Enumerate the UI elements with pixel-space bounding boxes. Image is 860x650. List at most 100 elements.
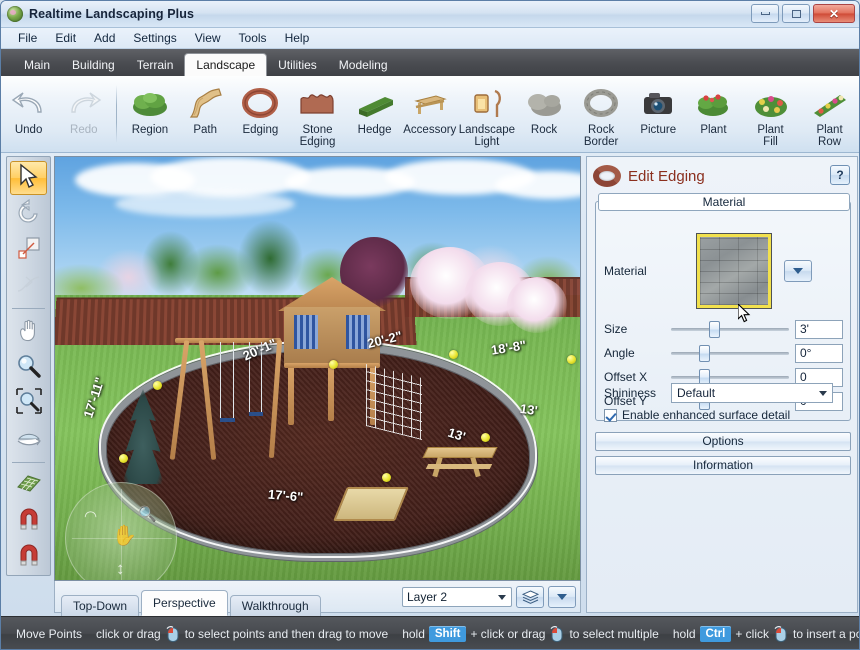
grid-tool[interactable]: [10, 467, 47, 501]
3d-viewport[interactable]: 20'-1"20'-2"18'-8"17'-11"17'-4"13'13'17'…: [54, 156, 581, 581]
edging-control-point[interactable]: [329, 360, 338, 369]
chevron-down-icon: [793, 268, 803, 274]
close-button[interactable]: ✕: [813, 4, 855, 23]
application-window: Realtime Landscaping Plus ✕ File Edit Add S…: [0, 0, 860, 650]
menu-item-view[interactable]: View: [186, 29, 230, 47]
material-swatch[interactable]: [697, 234, 771, 308]
status-mode: Move Points: [9, 627, 89, 641]
toolbar-separator: [116, 85, 118, 143]
slider-value-field[interactable]: 0°: [795, 343, 843, 363]
view-tab-perspective[interactable]: Perspective: [141, 589, 228, 616]
tab-modeling[interactable]: Modeling: [328, 55, 399, 76]
slider-angle[interactable]: [671, 344, 789, 362]
edging-control-point[interactable]: [153, 381, 162, 390]
tab-landscape[interactable]: Landscape: [184, 53, 268, 76]
pan-tool[interactable]: [10, 314, 47, 348]
tool-accessory[interactable]: Accessory: [402, 81, 457, 136]
menu-item-tools[interactable]: Tools: [230, 29, 276, 47]
tool-landscape-light[interactable]: Landscape Light: [457, 81, 516, 148]
orbit-icon: [16, 424, 42, 453]
status-hint-text: click or drag: [96, 627, 161, 641]
shininess-select[interactable]: Default: [671, 383, 833, 403]
slider-label: Angle: [604, 346, 635, 360]
maximize-button[interactable]: [782, 4, 810, 23]
up-down-arrow-icon[interactable]: ↕: [116, 559, 125, 579]
layer-options-button[interactable]: [548, 586, 576, 608]
tool-label: Rock: [530, 124, 558, 136]
viewport-tab-bar: Top-Down Perspective Walkthrough Layer 2: [54, 581, 581, 617]
tool-edging[interactable]: Edging: [233, 81, 288, 136]
tool-plant[interactable]: Plant: [686, 81, 741, 136]
status-hint-text: to select multiple: [569, 627, 659, 641]
edging-control-point[interactable]: [567, 355, 576, 364]
layers-stack-button[interactable]: [516, 586, 544, 608]
orbit-icon[interactable]: ◠: [84, 507, 97, 525]
tool-picture[interactable]: Picture: [631, 81, 686, 136]
tool-label: Region: [131, 124, 169, 136]
edging-control-point[interactable]: [119, 454, 128, 463]
snap-tool[interactable]: [10, 503, 47, 537]
tab-terrain[interactable]: Terrain: [126, 55, 185, 76]
tool-rock[interactable]: Rock: [516, 81, 571, 136]
slider-value-field[interactable]: 3': [795, 319, 843, 339]
view-tab-top-down[interactable]: Top-Down: [61, 594, 140, 617]
region-shrub-icon: [129, 83, 171, 123]
menu-item-settings[interactable]: Settings: [124, 29, 185, 47]
tool-plant-row[interactable]: Plant Row: [800, 81, 859, 148]
slider-thumb[interactable]: [699, 345, 710, 362]
zoom-tool[interactable]: [10, 350, 47, 384]
minimize-icon: [760, 12, 770, 15]
menu-item-add[interactable]: Add: [85, 29, 124, 47]
orbit-tool[interactable]: [10, 422, 47, 456]
magnifier-icon: [16, 353, 42, 382]
menu-item-file[interactable]: File: [9, 29, 46, 47]
help-button[interactable]: ?: [830, 165, 850, 185]
enhanced-detail-checkbox[interactable]: [604, 408, 617, 422]
edging-control-point[interactable]: [382, 473, 391, 482]
slider-track: [671, 328, 789, 331]
edging-control-point[interactable]: [481, 433, 490, 442]
scale-tool[interactable]: [10, 233, 47, 267]
mouse-icon: [165, 625, 181, 643]
layer-select[interactable]: Layer 2: [402, 587, 512, 607]
tool-plant-fill[interactable]: Plant Fill: [741, 81, 800, 148]
slider-size[interactable]: [671, 320, 789, 338]
tab-main[interactable]: Main: [13, 55, 61, 76]
tool-stone-edging[interactable]: Stone Edging: [288, 81, 347, 148]
edging-control-point[interactable]: [449, 350, 458, 359]
tool-undo[interactable]: Undo: [1, 81, 56, 136]
menu-item-edit[interactable]: Edit: [46, 29, 85, 47]
magnifier-icon[interactable]: 🔍: [138, 505, 157, 523]
snap-tool-2[interactable]: [10, 539, 47, 573]
tab-utilities[interactable]: Utilities: [267, 55, 328, 76]
options-button[interactable]: Options: [595, 432, 851, 451]
slider-thumb[interactable]: [709, 321, 720, 338]
key-badge-ctrl: Ctrl: [699, 626, 732, 642]
material-dropdown-button[interactable]: [784, 260, 812, 282]
app-plant-icon: [7, 6, 23, 22]
menu-item-help[interactable]: Help: [276, 29, 319, 47]
tool-path[interactable]: Path: [178, 81, 233, 136]
zoom-region-icon: [15, 388, 42, 417]
tool-rock-border[interactable]: Rock Border: [572, 81, 631, 148]
tool-region[interactable]: Region: [122, 81, 177, 136]
chevron-down-icon: [819, 391, 827, 396]
magnet-icon: [16, 506, 42, 535]
minimize-button[interactable]: [751, 4, 779, 23]
hand-icon[interactable]: ✋: [112, 523, 137, 548]
information-button[interactable]: Information: [595, 456, 851, 475]
rock-border-icon: [580, 83, 622, 123]
status-hint-text: + click: [735, 627, 770, 641]
redo-arrow-icon: [63, 83, 105, 123]
tool-hedge[interactable]: Hedge: [347, 81, 402, 136]
view-tab-walkthrough[interactable]: Walkthrough: [229, 594, 321, 617]
menu-bar: File Edit Add Settings View Tools Help: [1, 28, 859, 49]
curve-tool[interactable]: [10, 269, 47, 303]
select-tool[interactable]: [10, 161, 47, 195]
zoom-region-tool[interactable]: [10, 386, 47, 420]
tab-building[interactable]: Building: [61, 55, 126, 76]
stone-edging-icon: [296, 83, 338, 123]
rotate-tool[interactable]: [10, 197, 47, 231]
tool-redo[interactable]: Redo: [56, 81, 111, 136]
enhanced-detail-row[interactable]: Enable enhanced surface detail: [604, 408, 790, 422]
